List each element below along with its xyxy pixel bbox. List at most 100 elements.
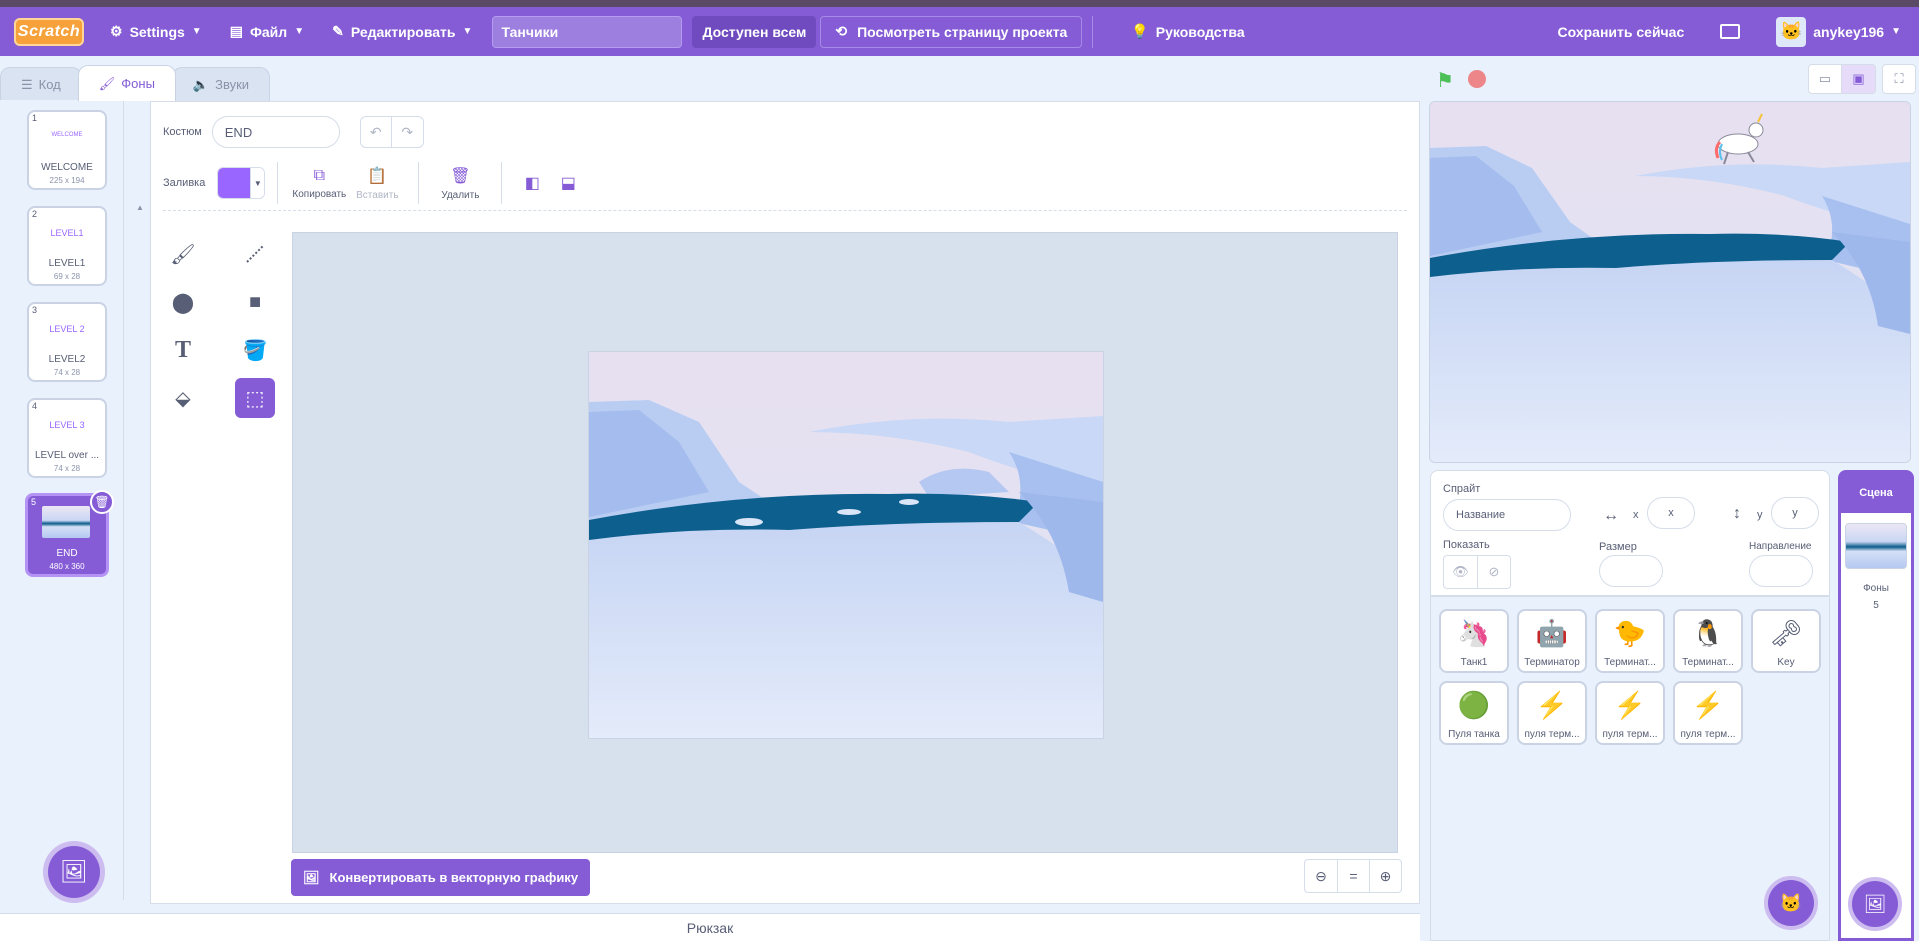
hide-button[interactable]: ⊘ bbox=[1477, 556, 1510, 588]
backdrop-item-2[interactable]: 2 LEVEL1 LEVEL1 69 x 28 bbox=[27, 206, 107, 286]
backdrop-item-3[interactable]: 3 LEVEL 2 LEVEL2 74 x 28 bbox=[27, 302, 107, 382]
line-tool[interactable] bbox=[235, 234, 275, 274]
sprite-tile[interactable]: ⚡ пуля терм... bbox=[1673, 681, 1743, 745]
save-now-button[interactable]: Сохранить сейчас bbox=[1544, 7, 1699, 56]
small-stage-button[interactable]: ▭ bbox=[1808, 64, 1842, 94]
image-add-icon: 🖼 bbox=[1863, 893, 1887, 914]
undo-button[interactable]: ↶ bbox=[359, 116, 392, 148]
stage-canvas[interactable] bbox=[1429, 101, 1911, 463]
lightbulb-icon: 💡 bbox=[1131, 23, 1149, 39]
backdrop-item-4[interactable]: 4 LEVEL 3 LEVEL over ... 74 x 28 bbox=[27, 398, 107, 478]
show-button[interactable]: 👁 bbox=[1444, 556, 1477, 588]
show-label: Показать bbox=[1443, 539, 1490, 551]
redo-button[interactable]: ↷ bbox=[391, 116, 424, 148]
choose-sprite-button[interactable]: 🐱 bbox=[1768, 880, 1814, 926]
choose-backdrop-button[interactable]: 🖼 bbox=[48, 846, 100, 898]
folder-icon[interactable] bbox=[1720, 24, 1741, 39]
fill-tool[interactable]: 🪣 bbox=[235, 330, 275, 370]
direction-input[interactable] bbox=[1749, 555, 1813, 587]
sprite-tile[interactable]: 🦄 Танк1 bbox=[1439, 609, 1509, 673]
sprite-name: Терминат... bbox=[1604, 657, 1656, 668]
share-button[interactable]: Доступен всем bbox=[692, 15, 817, 48]
sprite-tile[interactable]: ⚡ пуля терм... bbox=[1595, 681, 1665, 745]
choose-backdrop-stage-button[interactable]: 🖼 bbox=[1852, 881, 1898, 927]
tab-code[interactable]: ☰ Код bbox=[0, 67, 82, 101]
account-menu[interactable]: 🐱 anykey196 ▼ bbox=[1762, 7, 1919, 56]
undo-icon: ↶ bbox=[369, 123, 382, 140]
sprite-tile[interactable]: 🟢 Пуля танка bbox=[1439, 681, 1509, 745]
fill-color-picker[interactable]: ▼ bbox=[217, 167, 266, 199]
copy-icon: ⧉ bbox=[313, 166, 326, 184]
tutorials-button[interactable]: 💡 Руководства bbox=[1117, 7, 1258, 56]
select-tool[interactable]: ⬚ bbox=[235, 378, 275, 418]
fullscreen-icon: ⛶ bbox=[1894, 71, 1904, 86]
lightning-icon: ⚡ bbox=[1613, 690, 1647, 720]
sprite-tile[interactable]: 🐤 Терминат... bbox=[1595, 609, 1665, 673]
large-stage-button[interactable]: ▣ bbox=[1842, 64, 1876, 94]
stop-icon[interactable] bbox=[1468, 70, 1486, 88]
costume-name-input[interactable]: END bbox=[211, 116, 340, 148]
menu-bar: Scratch ⚙ Settings ▼ ▤ Файл ▼ ✎ Редактир… bbox=[0, 7, 1919, 56]
image-icon: 🖼 bbox=[303, 869, 320, 885]
sprite-tile[interactable]: 🗝 Key bbox=[1751, 609, 1821, 673]
zoom-in-button[interactable]: ⊕ bbox=[1369, 860, 1401, 892]
project-title-input[interactable] bbox=[492, 15, 683, 48]
chick-icon: 🐤 bbox=[1613, 618, 1647, 648]
stage-selector-panel[interactable]: Сцена Фоны 5 🖼 bbox=[1838, 470, 1914, 941]
paste-icon: 📋 bbox=[367, 167, 388, 185]
toolbar-divider bbox=[501, 162, 503, 204]
flip-horizontal-button[interactable]: ◧ bbox=[514, 173, 550, 193]
size-input[interactable] bbox=[1599, 555, 1663, 587]
copy-button[interactable]: ⧉ Копировать bbox=[290, 167, 348, 200]
x-position-input[interactable]: x bbox=[1647, 497, 1695, 529]
brush-tool[interactable]: 🖌 bbox=[163, 234, 203, 274]
settings-label: Settings bbox=[129, 23, 185, 40]
lightning-icon: ⚡ bbox=[1691, 690, 1725, 720]
sprite-tile[interactable]: 🤖 Терминатор bbox=[1517, 609, 1587, 673]
sprite-name: Танк1 bbox=[1460, 657, 1488, 668]
tab-sounds[interactable]: 🔈 Звуки bbox=[171, 67, 271, 101]
delete-button[interactable]: 🗑 Удалить bbox=[431, 166, 489, 201]
backdrop-number: 4 bbox=[32, 401, 38, 411]
tab-backdrops[interactable]: 🖌 Фоны bbox=[77, 65, 176, 101]
sprite-tile[interactable]: 🐧 Терминат... bbox=[1673, 609, 1743, 673]
settings-menu[interactable]: ⚙ Settings ▼ bbox=[96, 7, 216, 56]
backpack-bar[interactable]: Рюкзак bbox=[0, 913, 1420, 941]
circle-tool[interactable]: ⬤ bbox=[163, 282, 203, 322]
zoom-controls: ⊖ = ⊕ bbox=[1304, 859, 1402, 893]
backdrop-name: LEVEL2 bbox=[48, 354, 86, 365]
rectangle-tool[interactable]: ■ bbox=[235, 282, 275, 322]
x-label: x bbox=[1633, 509, 1639, 521]
line-icon bbox=[246, 245, 264, 263]
backdrop-item-5[interactable]: 5 END 480 x 360 🗑 bbox=[25, 490, 114, 577]
sprite-label: Спрайт bbox=[1443, 483, 1481, 495]
eraser-tool[interactable]: ⬙ bbox=[163, 378, 203, 418]
paste-button[interactable]: 📋 Вставить bbox=[348, 166, 406, 201]
sprite-tile[interactable]: ⚡ пуля терм... bbox=[1517, 681, 1587, 745]
zoom-out-button[interactable]: ⊖ bbox=[1305, 860, 1337, 892]
see-project-page-button[interactable]: ⟲ Посмотреть страницу проекта bbox=[820, 15, 1083, 48]
eye-icon: 👁 bbox=[1452, 564, 1469, 579]
backdrop-number: 2 bbox=[32, 209, 38, 219]
sprite-info-panel: Спрайт Название ↔ x x ↕ y y Показать 👁 ⊘… bbox=[1430, 470, 1830, 596]
file-menu[interactable]: ▤ Файл ▼ bbox=[216, 7, 318, 56]
flip-vertical-button[interactable]: ⬓ bbox=[550, 173, 586, 193]
text-tool[interactable]: T bbox=[163, 330, 203, 370]
sprite-name-input[interactable]: Название bbox=[1443, 499, 1571, 531]
backdrop-artwork bbox=[588, 351, 1104, 739]
fullscreen-button[interactable]: ⛶ bbox=[1882, 64, 1916, 94]
y-position-input[interactable]: y bbox=[1771, 497, 1819, 529]
scratch-logo[interactable]: Scratch bbox=[14, 17, 84, 46]
vertical-arrows-icon: ↕ bbox=[1733, 505, 1741, 522]
zoom-reset-button[interactable]: = bbox=[1337, 860, 1369, 892]
green-flag-icon[interactable]: ⚑ bbox=[1436, 68, 1454, 93]
small-stage-icon: ▭ bbox=[1818, 71, 1832, 86]
delete-backdrop-icon[interactable]: 🗑 bbox=[90, 490, 114, 514]
drawing-canvas[interactable] bbox=[292, 232, 1398, 853]
scroll-up-arrow-icon[interactable]: ▲ bbox=[136, 203, 144, 212]
fill-label: Заливка bbox=[163, 177, 206, 189]
pencil-icon: ✎ bbox=[332, 23, 344, 39]
edit-menu[interactable]: ✎ Редактировать ▼ bbox=[318, 7, 486, 56]
backdrop-item-1[interactable]: 1 WELCOME WELCOME 225 x 194 bbox=[27, 110, 107, 190]
convert-to-vector-button[interactable]: 🖼 Конвертировать в векторную графику bbox=[291, 859, 591, 896]
